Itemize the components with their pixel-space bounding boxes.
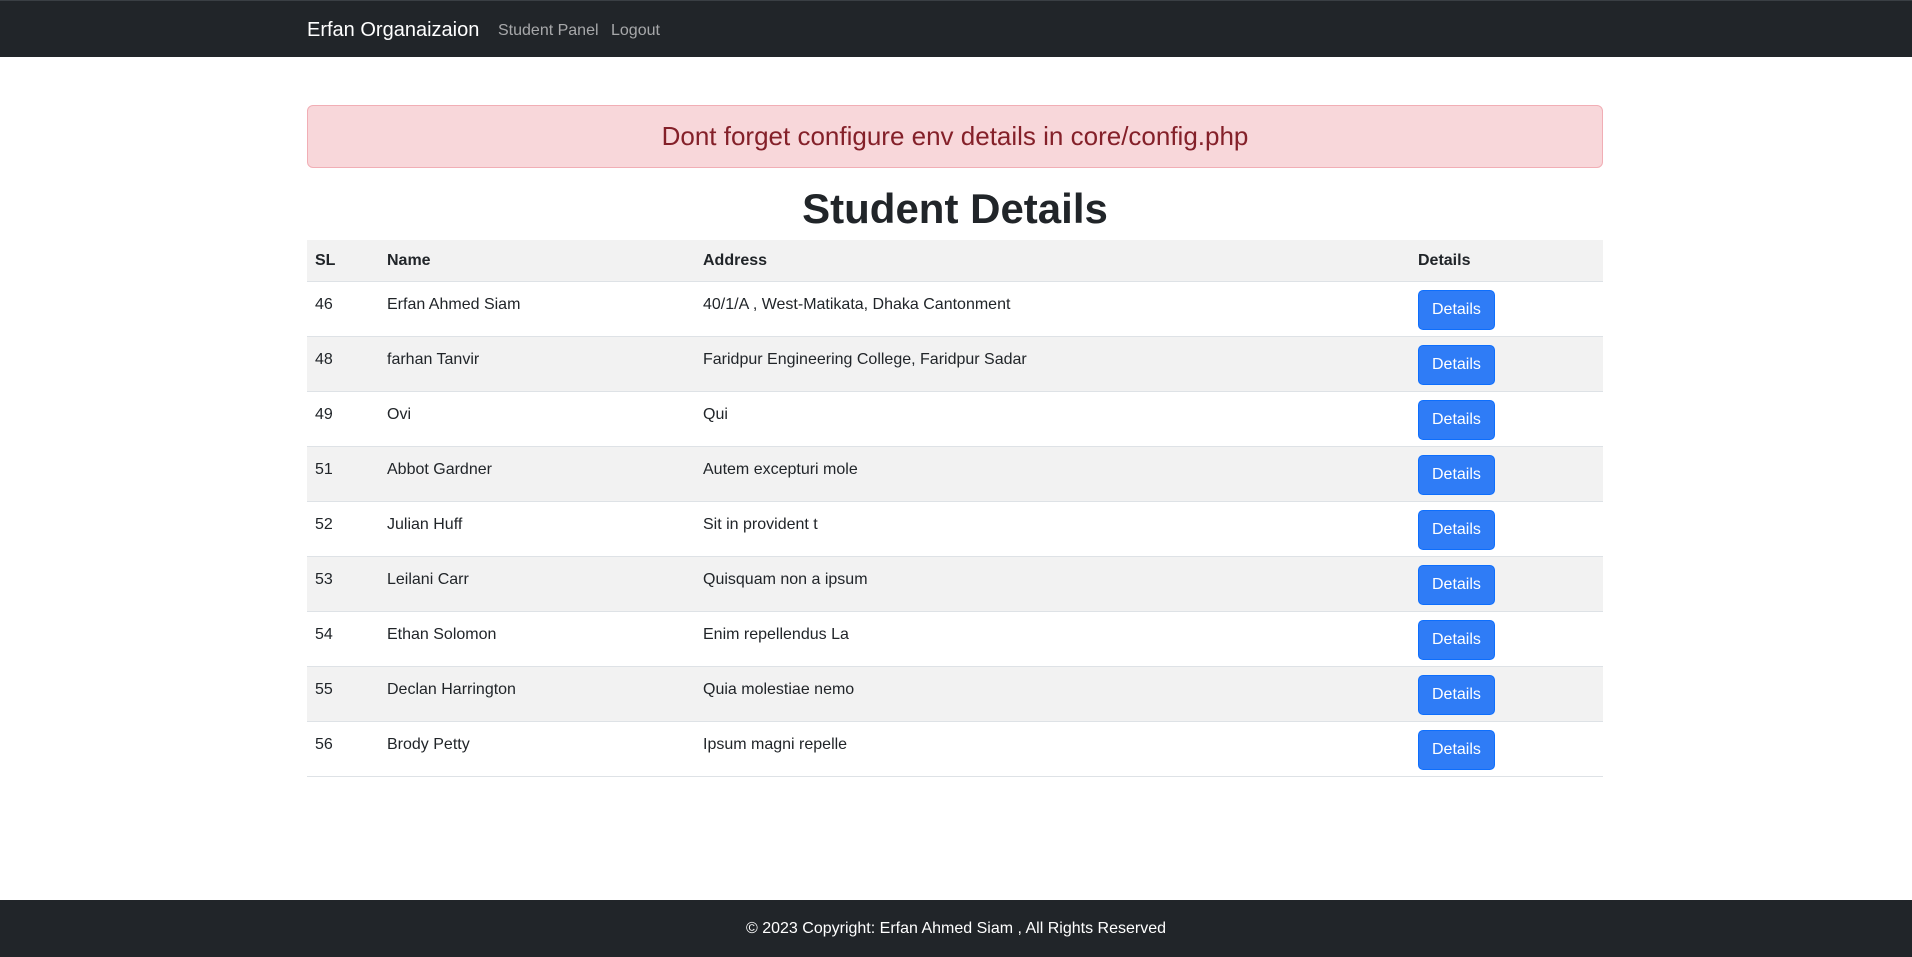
details-button[interactable]: Details [1418, 510, 1495, 550]
cell-name: Abbot Gardner [379, 446, 695, 502]
details-button[interactable]: Details [1418, 345, 1495, 385]
column-header-sl: SL [307, 240, 379, 282]
cell-address: Quia molestiae nemo [695, 666, 1410, 722]
cell-sl: 53 [307, 556, 379, 612]
cell-sl: 48 [307, 336, 379, 392]
cell-name: Declan Harrington [379, 666, 695, 722]
brand-link[interactable]: Erfan Organaizaion [307, 17, 479, 43]
table-row: 52 Julian Huff Sit in provident t Detail… [307, 501, 1603, 557]
alert-message: Dont forget configure env details in cor… [661, 121, 1249, 151]
cell-name: Ethan Solomon [379, 611, 695, 667]
details-button[interactable]: Details [1418, 730, 1495, 770]
page-title: Student Details [802, 185, 1108, 232]
cell-sl: 54 [307, 611, 379, 667]
cell-details: Details [1410, 556, 1603, 612]
cell-details: Details [1410, 336, 1603, 392]
cell-address: Sit in provident t [695, 501, 1410, 557]
top-navbar: Erfan Organaizaion Student Panel Logout [0, 0, 1912, 57]
column-header-address: Address [695, 240, 1410, 282]
students-table: SL Name Address Details 46 Erfan Ahmed S… [307, 240, 1603, 777]
table-row: 55 Declan Harrington Quia molestiae nemo… [307, 666, 1603, 722]
page-footer: © 2023 Copyright: Erfan Ahmed Siam , All… [0, 900, 1912, 957]
table-row: 54 Ethan Solomon Enim repellendus La Det… [307, 611, 1603, 667]
cell-address: Enim repellendus La [695, 611, 1410, 667]
nav-link-logout[interactable]: Logout [611, 20, 660, 42]
cell-name: Julian Huff [379, 501, 695, 557]
table-row: 48 farhan Tanvir Faridpur Engineering Co… [307, 336, 1603, 392]
table-row: 49 Ovi Qui Details [307, 391, 1603, 447]
cell-details: Details [1410, 721, 1603, 777]
details-button[interactable]: Details [1418, 565, 1495, 605]
cell-details: Details [1410, 446, 1603, 502]
table-header-row: SL Name Address Details [307, 240, 1603, 282]
cell-details: Details [1410, 281, 1603, 337]
cell-sl: 55 [307, 666, 379, 722]
cell-details: Details [1410, 666, 1603, 722]
cell-sl: 49 [307, 391, 379, 447]
config-warning-alert: Dont forget configure env details in cor… [307, 105, 1603, 168]
cell-address: 40/1/A , West-Matikata, Dhaka Cantonment [695, 281, 1410, 337]
copyright-text: © 2023 Copyright: Erfan Ahmed Siam , All… [746, 920, 1166, 937]
cell-name: Erfan Ahmed Siam [379, 281, 695, 337]
nav-link-student-panel[interactable]: Student Panel [498, 20, 599, 42]
cell-details: Details [1410, 501, 1603, 557]
table-row: 53 Leilani Carr Quisquam non a ipsum Det… [307, 556, 1603, 612]
cell-sl: 56 [307, 721, 379, 777]
cell-name: Ovi [379, 391, 695, 447]
details-button[interactable]: Details [1418, 675, 1495, 715]
cell-name: Brody Petty [379, 721, 695, 777]
cell-name: Leilani Carr [379, 556, 695, 612]
cell-details: Details [1410, 391, 1603, 447]
cell-address: Quisquam non a ipsum [695, 556, 1410, 612]
table-row: 51 Abbot Gardner Autem excepturi mole De… [307, 446, 1603, 502]
details-button[interactable]: Details [1418, 290, 1495, 330]
cell-address: Faridpur Engineering College, Faridpur S… [695, 336, 1410, 392]
table-row: 56 Brody Petty Ipsum magni repelle Detai… [307, 721, 1603, 777]
cell-sl: 46 [307, 281, 379, 337]
column-header-details: Details [1410, 240, 1603, 282]
details-button[interactable]: Details [1418, 455, 1495, 495]
details-button[interactable]: Details [1418, 400, 1495, 440]
table-row: 46 Erfan Ahmed Siam 40/1/A , West-Matika… [307, 281, 1603, 337]
cell-name: farhan Tanvir [379, 336, 695, 392]
column-header-name: Name [379, 240, 695, 282]
cell-details: Details [1410, 611, 1603, 667]
details-button[interactable]: Details [1418, 620, 1495, 660]
cell-sl: 52 [307, 501, 379, 557]
cell-address: Qui [695, 391, 1410, 447]
cell-address: Ipsum magni repelle [695, 721, 1410, 777]
cell-address: Autem excepturi mole [695, 446, 1410, 502]
cell-sl: 51 [307, 446, 379, 502]
